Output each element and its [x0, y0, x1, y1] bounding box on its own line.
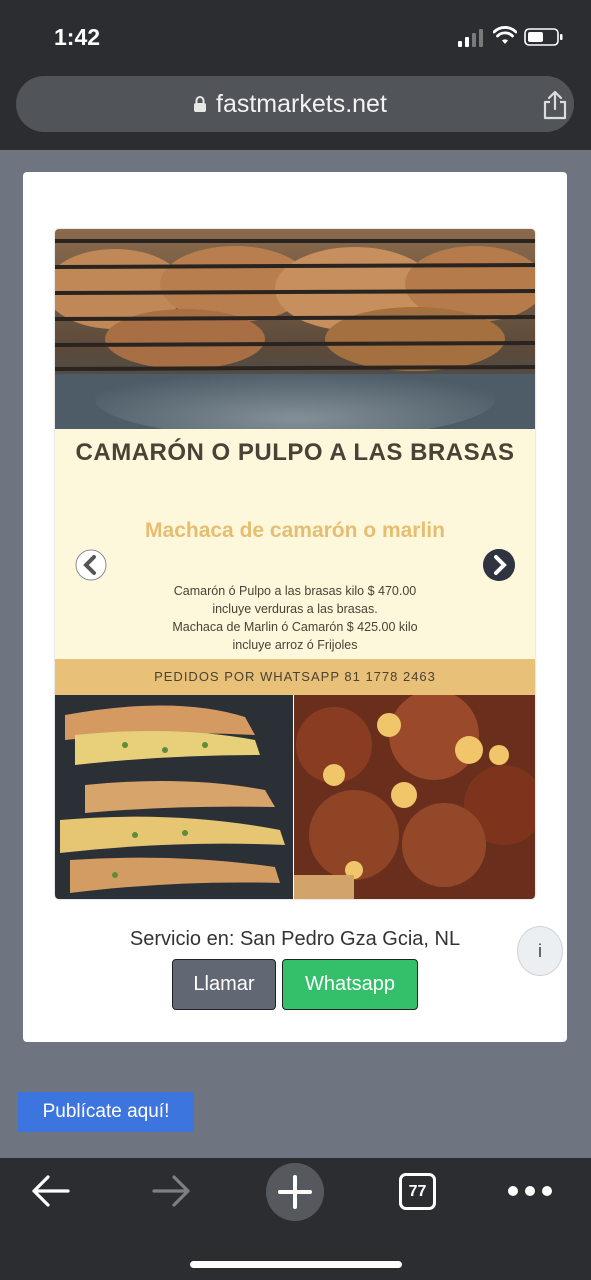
- publicate-button[interactable]: Publícate aquí!: [18, 1092, 194, 1132]
- info-button[interactable]: i: [517, 926, 563, 976]
- battery-icon: [524, 28, 563, 46]
- carousel-next-icon[interactable]: [483, 549, 515, 581]
- home-indicator: [190, 1261, 402, 1268]
- octopus-photo: [294, 695, 535, 899]
- more-options-icon[interactable]: [508, 1186, 552, 1196]
- url-text: fastmarkets.net: [216, 90, 387, 118]
- status-time: 1:42: [54, 24, 101, 50]
- listing-card: CAMARÓN O PULPO A LAS BRASAS Machaca de …: [23, 172, 567, 1042]
- ad-text-panel: CAMARÓN O PULPO A LAS BRASAS Machaca de …: [55, 429, 535, 659]
- ad-description: Camarón ó Pulpo a las brasas kilo $ 470.…: [95, 582, 495, 654]
- wifi-icon: [493, 26, 517, 44]
- status-bar: 1:42: [0, 0, 591, 70]
- ad-description-line: incluye verduras a las brasas.: [212, 602, 378, 616]
- grill-photo: [55, 229, 535, 429]
- back-arrow-icon[interactable]: [30, 1173, 70, 1209]
- call-button[interactable]: Llamar: [172, 959, 276, 1010]
- service-area-text: Servicio en: San Pedro Gza Gcia, NL: [129, 928, 461, 950]
- address-bar[interactable]: fastmarkets.net: [16, 76, 574, 132]
- ad-subtitle: Machaca de camarón o marlin: [145, 519, 445, 542]
- new-tab-plus-icon[interactable]: [266, 1163, 324, 1221]
- browser-address-area: fastmarkets.net: [0, 70, 591, 150]
- share-icon[interactable]: [542, 90, 568, 120]
- ad-description-line: Camarón ó Pulpo a las brasas kilo $ 470.…: [173, 584, 417, 598]
- ad-description-line: incluye arroz ó Frijoles: [232, 638, 358, 652]
- ad-description-line: Machaca de Marlin ó Camarón $ 425.00 kil…: [172, 620, 418, 634]
- carousel-prev-icon[interactable]: [75, 549, 107, 581]
- forward-arrow-icon[interactable]: [152, 1173, 192, 1209]
- shrimp-photo: [55, 695, 293, 899]
- ad-title: CAMARÓN O PULPO A LAS BRASAS: [75, 439, 515, 466]
- lock-icon: [194, 96, 206, 112]
- whatsapp-button[interactable]: Whatsapp: [282, 959, 418, 1010]
- cellular-signal-icon: [458, 29, 483, 47]
- ad-footer-whatsapp: PEDIDOS POR WHATSAPP 81 1778 2463: [55, 659, 535, 695]
- browser-toolbar: 77: [0, 1158, 591, 1280]
- ad-banner-image[interactable]: CAMARÓN O PULPO A LAS BRASAS Machaca de …: [55, 229, 535, 899]
- tabs-counter-button[interactable]: 77: [399, 1173, 436, 1210]
